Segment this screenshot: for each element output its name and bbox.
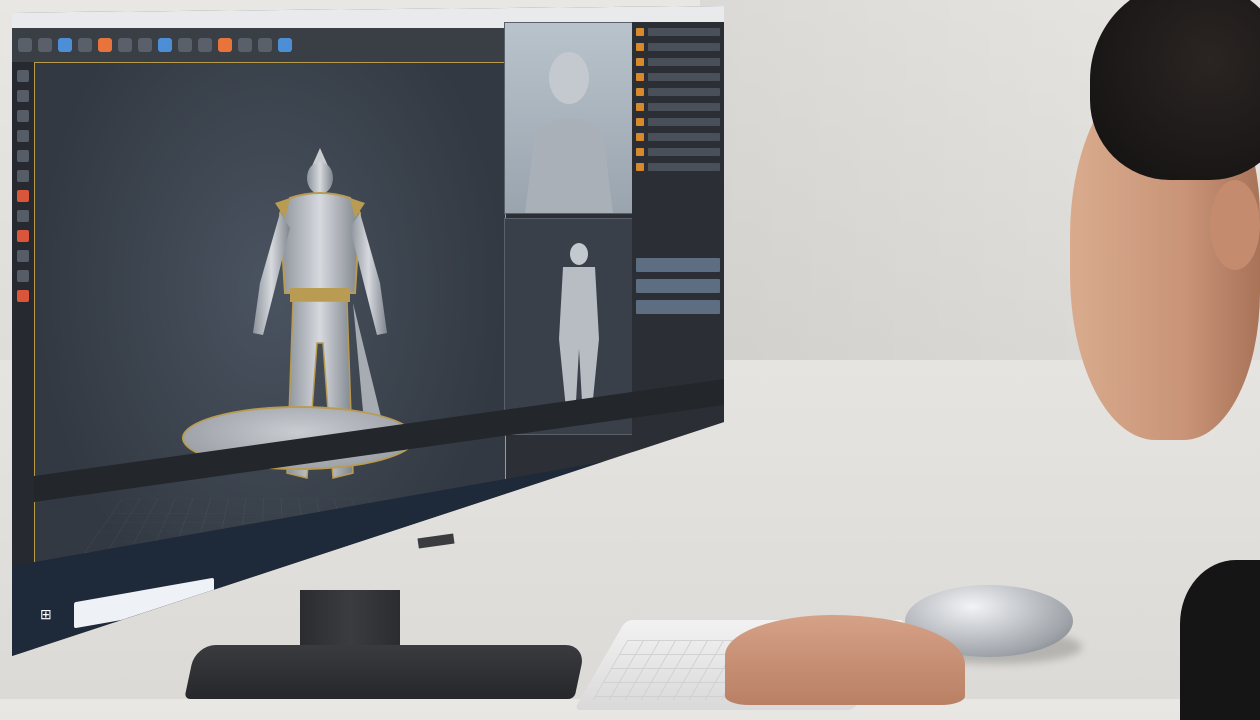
property-row[interactable] xyxy=(636,58,720,66)
taskbar-app-icon[interactable] xyxy=(272,578,286,592)
property-button[interactable] xyxy=(636,258,720,272)
tool-icon[interactable] xyxy=(238,38,252,52)
tool-icon[interactable] xyxy=(98,38,112,52)
tool-icon[interactable] xyxy=(58,38,72,52)
monitor: ↑→ xyxy=(0,0,740,699)
palette-tool-icon[interactable] xyxy=(17,170,29,182)
tool-icon[interactable] xyxy=(218,38,232,52)
palette-tool-icon[interactable] xyxy=(17,90,29,102)
person xyxy=(1060,0,1260,720)
tool-icon[interactable] xyxy=(158,38,172,52)
property-row[interactable] xyxy=(636,88,720,96)
palette-tool-icon[interactable] xyxy=(17,290,29,302)
character-bust xyxy=(525,52,613,213)
tool-icon[interactable] xyxy=(118,38,132,52)
monitor-stand-base xyxy=(184,645,586,699)
tool-icon[interactable] xyxy=(38,38,52,52)
ear xyxy=(1210,180,1260,270)
tool-icon[interactable] xyxy=(198,38,212,52)
property-row[interactable] xyxy=(636,73,720,81)
palette-tool-icon[interactable] xyxy=(17,150,29,162)
palette-tool-icon[interactable] xyxy=(17,130,29,142)
monitor-screen: ↑→ xyxy=(12,6,724,656)
property-row[interactable] xyxy=(636,148,720,156)
closeup-viewport[interactable] xyxy=(504,22,634,214)
property-row[interactable] xyxy=(636,133,720,141)
property-row[interactable] xyxy=(636,118,720,126)
palette-tool-icon[interactable] xyxy=(17,230,29,242)
palette-tool-icon[interactable] xyxy=(17,250,29,262)
palette-tool-icon[interactable] xyxy=(17,190,29,202)
palette-tool-icon[interactable] xyxy=(17,110,29,122)
monitor-logo xyxy=(417,533,455,549)
palette-tool-icon[interactable] xyxy=(17,270,29,282)
property-row[interactable] xyxy=(636,43,720,51)
palette-tool-icon[interactable] xyxy=(17,210,29,222)
windows-start-icon[interactable]: ⊞ xyxy=(40,606,58,624)
property-button[interactable] xyxy=(636,300,720,314)
tool-icon[interactable] xyxy=(78,38,92,52)
tool-icon[interactable] xyxy=(18,38,32,52)
taskbar-app-icon[interactable] xyxy=(247,582,261,596)
tool-icon[interactable] xyxy=(258,38,272,52)
taskbar-app-icon[interactable] xyxy=(297,574,311,588)
property-row[interactable] xyxy=(636,163,720,171)
property-button[interactable] xyxy=(636,279,720,293)
tool-icon[interactable] xyxy=(178,38,192,52)
tool-icon[interactable] xyxy=(138,38,152,52)
property-row[interactable] xyxy=(636,28,720,36)
tool-icon[interactable] xyxy=(278,38,292,52)
taskbar-app-icon[interactable] xyxy=(322,570,336,584)
hair xyxy=(1090,0,1260,180)
palette-tool-icon[interactable] xyxy=(17,70,29,82)
shirt xyxy=(1180,560,1260,720)
property-row[interactable] xyxy=(636,103,720,111)
taskbar-app-icon[interactable] xyxy=(222,586,236,600)
